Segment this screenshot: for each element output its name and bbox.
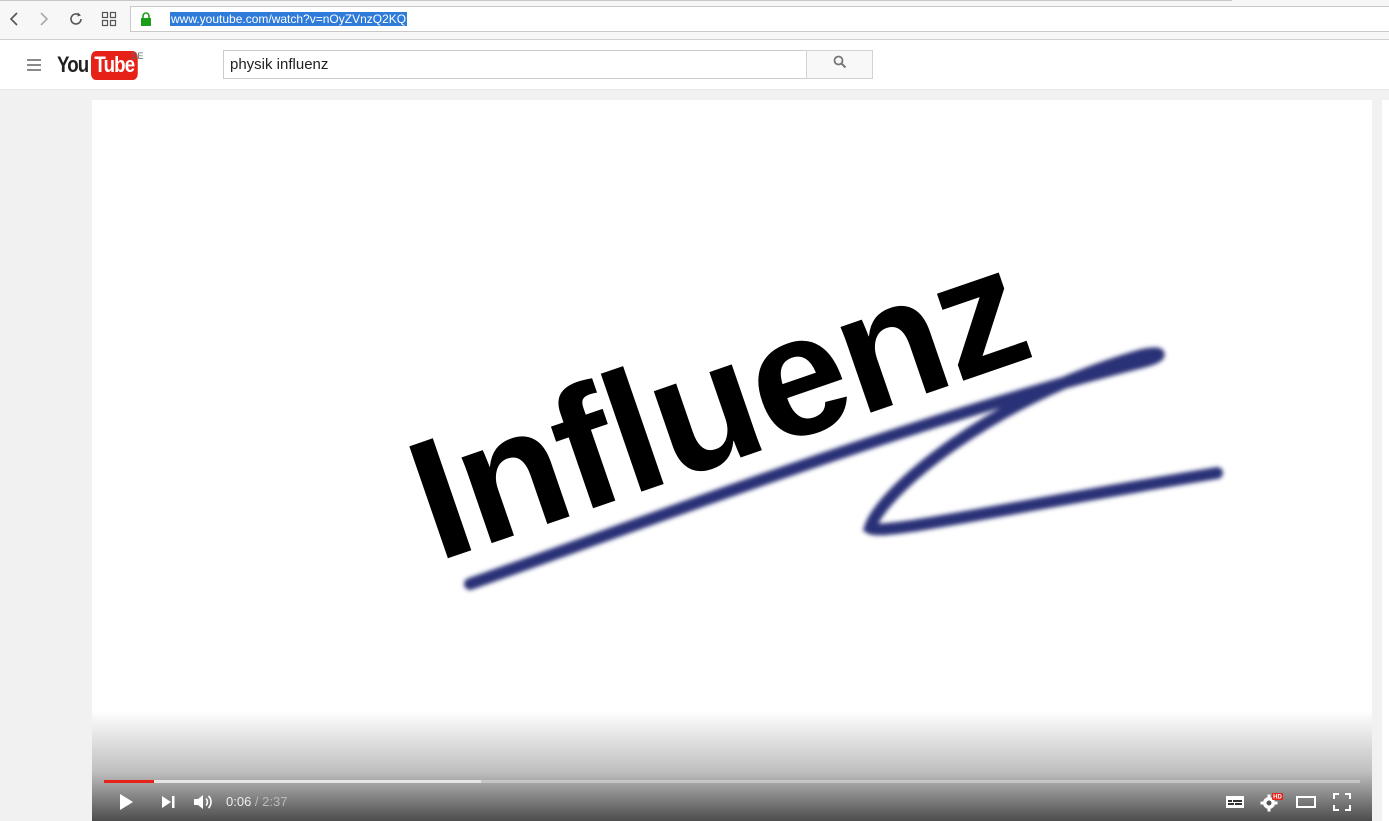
next-icon[interactable] [156,790,180,814]
played-bar [104,780,155,783]
youtube-header: You Tube DE [0,40,1389,90]
tab-strip-edge [0,0,1232,1]
hd-badge: HD [1273,795,1282,801]
search-icon [833,55,847,74]
buffered-bar [104,780,481,783]
settings-gear-icon[interactable]: HD [1258,790,1284,814]
time-display: 0:06 / 2:37 [226,794,287,809]
apps-grid-icon[interactable] [98,8,120,30]
time-separator: / [251,794,263,809]
duration: 2:37 [262,794,288,809]
search-button[interactable] [806,50,873,79]
address-bar[interactable]: www.youtube.com/watch?v=nOyZVnzQ2KQ [130,6,1389,32]
lock-icon[interactable] [140,12,152,31]
theater-mode-icon[interactable] [1294,790,1318,814]
hamburger-menu-icon[interactable] [27,59,41,71]
search-input[interactable] [223,50,807,79]
url-text[interactable]: www.youtube.com/watch?v=nOyZVnzQ2KQ [170,12,408,26]
logo-you-text: You [57,52,89,77]
reload-icon[interactable] [65,8,87,30]
forward-icon[interactable] [33,8,55,30]
fullscreen-icon[interactable] [1330,790,1354,814]
play-icon[interactable] [114,790,138,814]
current-time: 0:06 [226,794,252,809]
volume-icon[interactable] [191,790,215,814]
browser-toolbar: www.youtube.com/watch?v=nOyZVnzQ2KQ [0,0,1389,40]
back-icon[interactable] [3,8,25,30]
page-edge [1382,100,1389,821]
subtitles-icon[interactable] [1223,790,1247,814]
video-title-text: Influenz [387,209,1049,597]
video-player[interactable]: Influenz 0:06 / 2:37 HD [92,100,1372,821]
region-code: DE [131,51,144,61]
progress-bar[interactable] [104,780,1360,783]
